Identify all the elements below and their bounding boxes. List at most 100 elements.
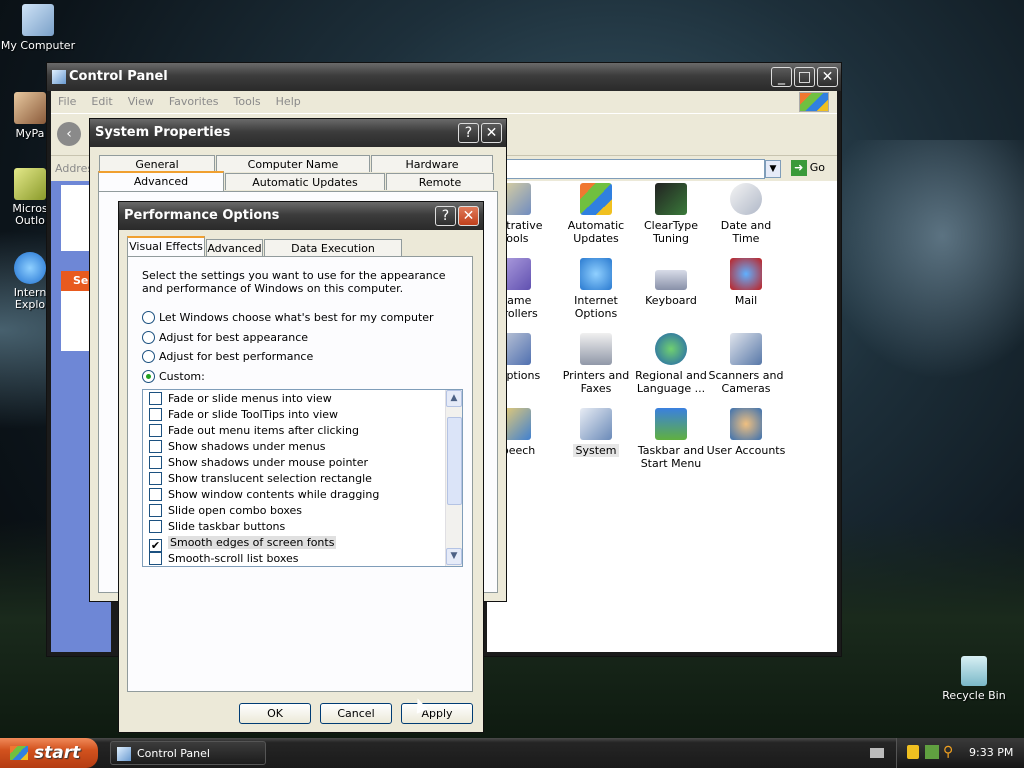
scroll-down-button[interactable]: ▼ bbox=[446, 548, 462, 565]
network-icon[interactable] bbox=[925, 745, 939, 759]
scroll-up-button[interactable]: ▲ bbox=[446, 390, 462, 407]
performance-options-titlebar[interactable]: Performance Options bbox=[119, 202, 483, 230]
list-item[interactable]: Fade out menu items after clicking bbox=[149, 424, 359, 438]
apply-button[interactable]: Apply bbox=[401, 703, 473, 724]
checkbox[interactable] bbox=[149, 440, 162, 453]
control-panel-small-icon bbox=[117, 747, 131, 761]
taskbar-button-control-panel[interactable]: Control Panel bbox=[110, 741, 266, 765]
help-button[interactable]: ? bbox=[458, 123, 479, 143]
cp-item-user-accounts[interactable]: User Accounts bbox=[706, 408, 786, 457]
list-item[interactable]: Show shadows under mouse pointer bbox=[149, 456, 368, 470]
address-dropdown-arrow[interactable]: ▼ bbox=[765, 160, 781, 178]
menu-favorites[interactable]: Favorites bbox=[162, 91, 227, 108]
checkbox[interactable] bbox=[149, 520, 162, 533]
checkbox-checked[interactable]: ✔ bbox=[149, 539, 162, 552]
visual-effects-list[interactable]: Fade or slide menus into view Fade or sl… bbox=[142, 389, 463, 567]
menu-view[interactable]: View bbox=[121, 91, 162, 108]
security-shield-icon[interactable] bbox=[907, 745, 919, 759]
checkbox[interactable] bbox=[149, 504, 162, 517]
control-panel-titlebar[interactable]: Control Panel bbox=[47, 63, 841, 91]
menu-edit[interactable]: Edit bbox=[84, 91, 120, 108]
maximize-button[interactable]: □ bbox=[794, 67, 815, 87]
close-button[interactable]: ✕ bbox=[481, 123, 502, 143]
scroll-thumb[interactable] bbox=[447, 417, 462, 505]
checkbox[interactable] bbox=[149, 472, 162, 485]
clock[interactable]: 9:33 PM bbox=[969, 746, 1013, 759]
keyboard-tray-icon[interactable] bbox=[870, 748, 884, 758]
cp-item-scanners-and-cameras[interactable]: Scanners and Cameras bbox=[706, 333, 786, 395]
go-arrow-icon: ➜ bbox=[790, 160, 807, 176]
system-properties-titlebar[interactable]: System Properties bbox=[90, 119, 506, 147]
tab-computer-name[interactable]: Computer Name bbox=[216, 155, 370, 172]
checkbox[interactable] bbox=[149, 392, 162, 405]
list-item-selected[interactable]: ✔ Smooth edges of screen fonts bbox=[149, 536, 337, 552]
cp-item-label: ClearType Tuning bbox=[643, 219, 699, 245]
menu-help[interactable]: Help bbox=[269, 91, 309, 108]
help-button[interactable]: ? bbox=[435, 206, 456, 226]
tab-advanced[interactable]: Advanced bbox=[98, 171, 224, 191]
cancel-button[interactable]: Cancel bbox=[320, 703, 392, 724]
radio-custom[interactable]: Custom: bbox=[142, 370, 205, 383]
list-item[interactable]: Smooth-scroll list boxes bbox=[149, 552, 299, 566]
visual-effects-panel: Select the settings you want to use for … bbox=[127, 256, 473, 692]
radio-best-appearance[interactable]: Adjust for best appearance bbox=[142, 331, 308, 344]
list-item[interactable]: Fade or slide menus into view bbox=[149, 392, 332, 406]
cp-item-automatic-updates[interactable]: Automatic Updates bbox=[556, 183, 636, 245]
list-item[interactable]: Fade or slide ToolTips into view bbox=[149, 408, 338, 422]
cp-item-label: Regional and Language ... bbox=[635, 369, 707, 395]
tab-remote[interactable]: Remote bbox=[386, 173, 494, 190]
cp-item-label: Mail bbox=[734, 294, 758, 307]
close-button[interactable]: ✕ bbox=[817, 67, 838, 87]
users-icon bbox=[730, 408, 762, 440]
tab-data-execution-prevention[interactable]: Data Execution Prevention bbox=[264, 239, 402, 268]
list-item[interactable]: Show shadows under menus bbox=[149, 440, 325, 454]
tab-automatic-updates[interactable]: Automatic Updates bbox=[225, 173, 385, 190]
cp-item-label: Keyboard bbox=[645, 294, 697, 307]
tab-hardware[interactable]: Hardware bbox=[371, 155, 493, 172]
go-label: Go bbox=[809, 161, 825, 174]
minimize-button[interactable]: _ bbox=[771, 67, 792, 87]
checkbox[interactable] bbox=[149, 408, 162, 421]
cp-item-internet-options[interactable]: Internet Options bbox=[556, 258, 636, 320]
radio-button[interactable] bbox=[142, 311, 155, 324]
radio-best-performance[interactable]: Adjust for best performance bbox=[142, 350, 313, 363]
radio-let-windows-choose[interactable]: Let Windows choose what's best for my co… bbox=[142, 311, 434, 324]
list-item[interactable]: Show window contents while dragging bbox=[149, 488, 379, 502]
checkbox[interactable] bbox=[149, 456, 162, 469]
cp-item-date-and-time[interactable]: Date and Time bbox=[706, 183, 786, 245]
list-item[interactable]: Slide taskbar buttons bbox=[149, 520, 285, 534]
list-item[interactable]: Show translucent selection rectangle bbox=[149, 472, 372, 486]
cp-item-cleartype-tuning[interactable]: ClearType Tuning bbox=[631, 183, 711, 245]
go-button[interactable]: ➜ Go bbox=[790, 160, 825, 176]
cp-item-regional-and-language[interactable]: Regional and Language ... bbox=[631, 333, 711, 395]
radio-button[interactable] bbox=[142, 370, 155, 383]
system-icon bbox=[580, 408, 612, 440]
search-icon[interactable]: ⚲ bbox=[943, 744, 953, 760]
tab-general[interactable]: General bbox=[99, 155, 215, 172]
cp-item-printers-and-faxes[interactable]: Printers and Faxes bbox=[556, 333, 636, 395]
cp-item-system[interactable]: System bbox=[556, 408, 636, 457]
desktop-icon-my-computer[interactable]: My Computer bbox=[0, 4, 78, 52]
list-item[interactable]: Slide open combo boxes bbox=[149, 504, 302, 518]
menu-file[interactable]: File bbox=[51, 91, 84, 108]
cp-item-taskbar-and-start-menu[interactable]: Taskbar and Start Menu bbox=[631, 408, 711, 470]
checkbox[interactable] bbox=[149, 552, 162, 565]
radio-button[interactable] bbox=[142, 350, 155, 363]
desktop-icon-recycle-bin[interactable]: Recycle Bin bbox=[934, 656, 1014, 702]
radio-button[interactable] bbox=[142, 331, 155, 344]
tab-visual-effects[interactable]: Visual Effects bbox=[127, 236, 205, 257]
taskbar-button-label: Control Panel bbox=[137, 747, 210, 760]
list-item-label: Show window contents while dragging bbox=[168, 488, 380, 501]
menu-tools[interactable]: Tools bbox=[227, 91, 269, 108]
close-button[interactable]: ✕ bbox=[458, 206, 479, 226]
start-button[interactable]: start bbox=[0, 738, 98, 768]
checkbox[interactable] bbox=[149, 488, 162, 501]
list-scrollbar[interactable]: ▲ ▼ bbox=[445, 390, 462, 566]
back-arrow-icon[interactable]: ‹ bbox=[57, 122, 81, 146]
ok-button[interactable]: OK bbox=[239, 703, 311, 724]
checkbox[interactable] bbox=[149, 424, 162, 437]
cp-item-mail[interactable]: Mail bbox=[706, 258, 786, 307]
tab-advanced[interactable]: Advanced bbox=[206, 239, 263, 256]
menu-bar: File Edit View Favorites Tools Help bbox=[51, 91, 837, 113]
cp-item-keyboard[interactable]: Keyboard bbox=[631, 258, 711, 307]
